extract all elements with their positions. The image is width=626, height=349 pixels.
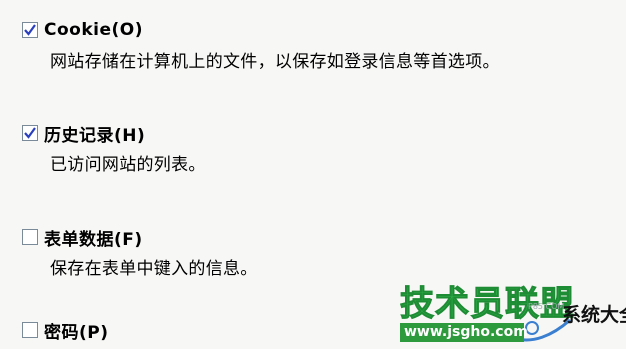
form-data-label[interactable]: 表单数据(F) — [44, 225, 143, 250]
history-description: 已访问网站的列表。 — [50, 155, 206, 175]
checkmark-icon — [24, 24, 36, 36]
history-label[interactable]: 历史记录(H) — [44, 121, 145, 146]
checkmark-icon — [24, 127, 36, 139]
passwords-label[interactable]: 密码(P) — [44, 318, 109, 343]
cookie-label[interactable]: Cookie(O) — [44, 20, 143, 40]
watermark-side-text: 系统大全 — [562, 304, 626, 326]
option-cookie: Cookie(O) 网站存储在计算机上的文件，以保存如登录信息等首选项。 — [22, 18, 500, 72]
form-data-checkbox[interactable] — [22, 229, 38, 245]
option-form-data: 表单数据(F) 保存在表单中键入的信息。 — [22, 225, 258, 279]
watermark-small-text: P85.COM — [528, 302, 565, 311]
site-watermark: 技术员联盟 P85.COM 系统大全 www.jsgho.com — [392, 268, 626, 349]
history-checkbox[interactable] — [22, 125, 38, 141]
cookie-checkbox[interactable] — [22, 22, 38, 38]
option-passwords: 密码(P) — [22, 318, 109, 343]
form-data-description: 保存在表单中键入的信息。 — [50, 259, 258, 279]
watermark-url: www.jsgho.com — [400, 323, 528, 342]
cookie-description: 网站存储在计算机上的文件，以保存如登录信息等首选项。 — [50, 52, 500, 72]
option-history: 历史记录(H) 已访问网站的列表。 — [22, 121, 206, 175]
delete-browsing-history-options: Cookie(O) 网站存储在计算机上的文件，以保存如登录信息等首选项。 历史记… — [0, 0, 626, 349]
passwords-checkbox[interactable] — [22, 322, 38, 338]
